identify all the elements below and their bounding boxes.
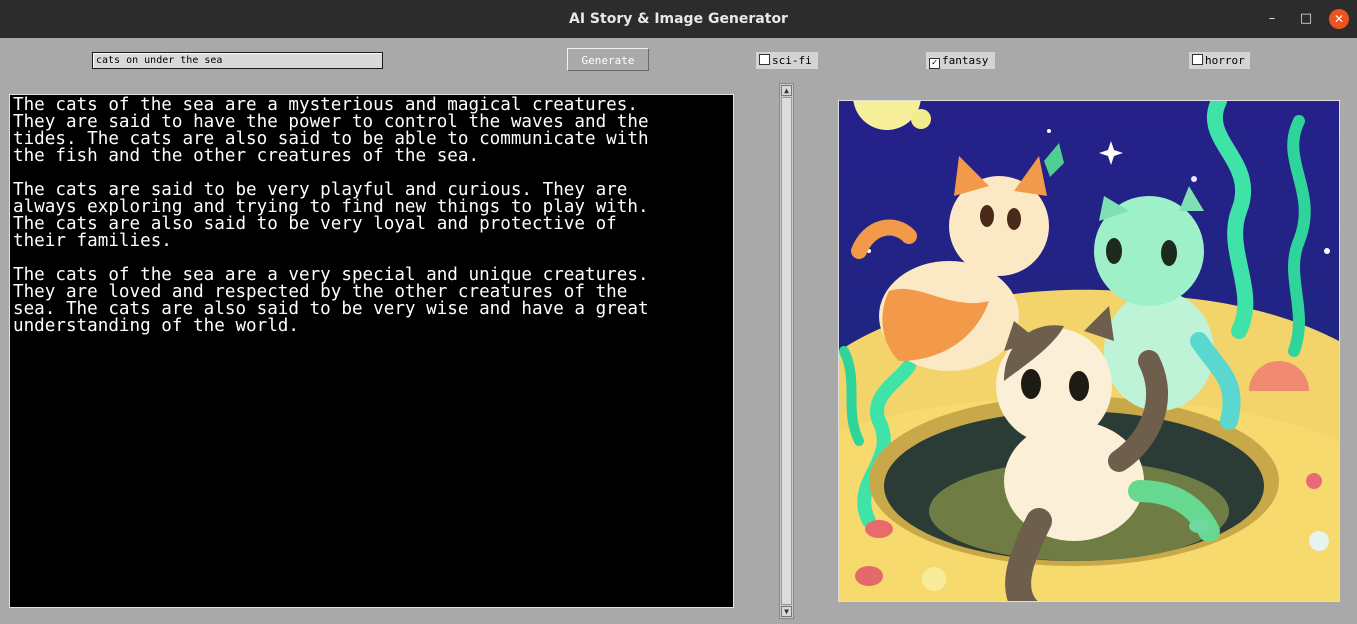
story-text-area[interactable]: The cats of the sea are a mysterious and… xyxy=(9,94,734,608)
close-button[interactable]: ✕ xyxy=(1329,9,1349,29)
story-paragraph: The cats of the sea are a mysterious and… xyxy=(13,95,649,166)
scroll-up-arrow-icon[interactable]: ▲ xyxy=(781,85,792,96)
maximize-button[interactable]: □ xyxy=(1296,9,1316,29)
window-title: AI Story & Image Generator xyxy=(569,11,788,27)
genre-checkbox-horror[interactable]: horror xyxy=(1189,52,1250,69)
checkbox-label: sci-fi xyxy=(772,54,812,67)
genre-checkbox-fantasy[interactable]: ✓ fantasy xyxy=(926,52,995,69)
checkbox-label: horror xyxy=(1205,54,1245,67)
title-bar: AI Story & Image Generator – □ ✕ xyxy=(0,0,1357,38)
checkbox-box[interactable] xyxy=(759,54,770,65)
checkbox-label: fantasy xyxy=(942,54,989,67)
story-paragraph: The cats of the sea are a very special a… xyxy=(13,265,649,336)
generate-button[interactable]: Generate xyxy=(567,48,649,71)
checkbox-box[interactable] xyxy=(1192,54,1203,65)
prompt-input[interactable]: cats on under the sea xyxy=(92,52,383,69)
generated-image xyxy=(838,100,1340,602)
story-paragraph: The cats are said to be very playful and… xyxy=(13,180,649,251)
cats-under-sea-illustration xyxy=(839,101,1339,601)
story-scrollbar[interactable]: ▲ ▼ xyxy=(779,83,794,619)
checkbox-box[interactable]: ✓ xyxy=(929,58,940,69)
genre-checkbox-sci-fi[interactable]: sci-fi xyxy=(756,52,818,69)
minimize-button[interactable]: – xyxy=(1262,9,1282,29)
scroll-thumb[interactable] xyxy=(781,97,792,605)
scroll-down-arrow-icon[interactable]: ▼ xyxy=(781,606,792,617)
